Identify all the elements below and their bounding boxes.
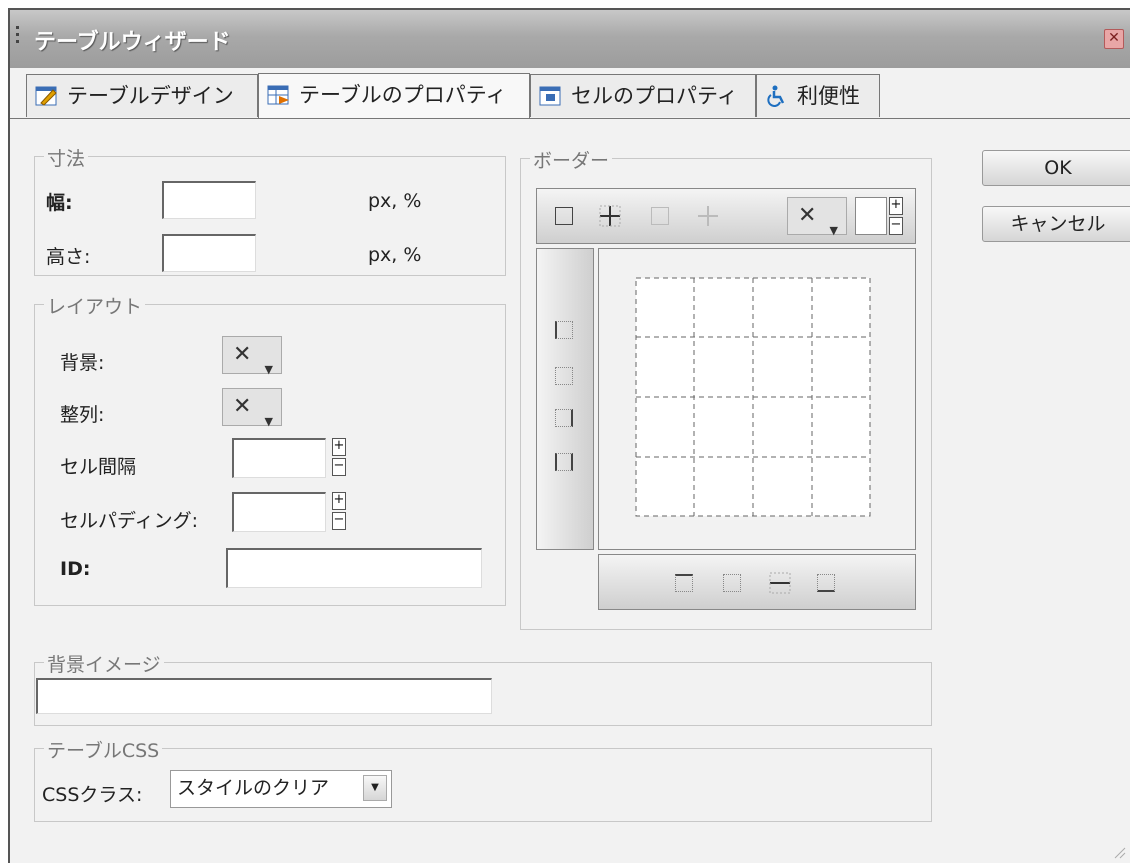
border-left-right-icon[interactable] [555,453,573,471]
accessibility-icon [767,85,785,107]
border-bottom-icon[interactable] [817,574,835,592]
plus-icon[interactable]: + [332,438,346,456]
tab-table-properties[interactable]: テーブルのプロパティ [258,73,530,118]
table-wizard-dialog: テーブルウィザード ✕ テーブルデザイン テーブルのプロパティ セルのプロパティ… [8,8,1130,863]
id-label: ID: [60,558,91,580]
layout-legend: レイアウト [44,292,146,319]
border-right-icon[interactable] [555,409,573,427]
table-css-group [34,748,932,822]
border-vertical-center-icon[interactable] [555,367,573,385]
border-none-icon[interactable] [697,205,719,227]
tab-label: 利便性 [797,84,860,108]
title-bar[interactable]: テーブルウィザード ✕ [10,10,1130,69]
border-legend: ボーダー [530,146,613,173]
plus-icon[interactable]: + [889,197,903,215]
table-properties-icon [267,85,289,105]
dropdown-value: ✕ [233,394,252,419]
dropdown-value: ✕ [233,342,252,367]
tab-label: テーブルデザイン [67,84,234,108]
border-color-dropdown[interactable]: ✕ ▼ [787,197,847,237]
border-outer-icon[interactable] [651,207,669,225]
minus-icon[interactable]: − [332,512,346,530]
pencil-table-icon [35,86,57,106]
align-dropdown[interactable]: ✕ ▼ [222,388,282,428]
minus-icon[interactable]: − [889,217,903,235]
border-side-toolbar [536,248,594,550]
border-inner-icon[interactable] [599,205,621,227]
width-input[interactable] [162,181,256,219]
border-top-icon[interactable] [675,574,693,592]
cell-spacing-input[interactable] [232,438,326,478]
chevron-down-icon: ▼ [829,224,838,237]
border-width-stepper[interactable]: + − [889,197,903,235]
cell-properties-icon [539,86,561,106]
cell-padding-stepper[interactable]: + − [332,492,346,530]
tab-label: テーブルのプロパティ [299,83,507,107]
border-preview [598,248,916,550]
border-preview-grid [635,277,871,517]
background-color-dropdown[interactable]: ✕ ▼ [222,336,282,376]
border-all-icon[interactable] [555,207,573,225]
css-class-select[interactable]: スタイルのクリア ▼ [170,770,392,808]
css-class-value: スタイルのクリア [177,777,330,799]
cell-padding-input[interactable] [232,492,326,532]
cancel-button[interactable]: キャンセル [982,206,1130,242]
table-css-legend: テーブルCSS [44,736,163,763]
width-unit: px, % [368,190,422,212]
ok-button[interactable]: OK [982,150,1130,186]
tab-accessibility[interactable]: 利便性 [756,74,880,117]
dialog-title: テーブルウィザード [34,30,231,55]
chevron-down-icon: ▼ [264,363,273,376]
border-bottom-toolbar [598,554,916,610]
background-image-input[interactable] [36,678,492,714]
tab-label: セルのプロパティ [571,84,738,108]
tab-bar: テーブルデザイン テーブルのプロパティ セルのプロパティ 利便性 [10,68,1130,119]
cell-padding-label: セルパディング: [60,510,199,532]
dimensions-group [34,156,506,276]
plus-icon[interactable]: + [332,492,346,510]
border-horizontal-center-icon[interactable] [723,574,741,592]
border-left-icon[interactable] [555,321,573,339]
height-input[interactable] [162,234,256,272]
chevron-down-icon: ▼ [264,415,273,428]
tab-cell-properties[interactable]: セルのプロパティ [530,74,756,117]
border-top-toolbar: ✕ ▼ + − [536,188,916,244]
border-width-box[interactable] [855,197,887,235]
drag-grip-icon[interactable] [16,26,20,52]
align-label: 整列: [60,404,105,426]
cell-spacing-stepper[interactable]: + − [332,438,346,476]
close-icon[interactable]: ✕ [1104,29,1124,49]
minus-icon[interactable]: − [332,458,346,476]
chevron-down-icon: ▼ [363,775,387,801]
dropdown-value: ✕ [798,203,817,228]
css-class-label: CSSクラス: [42,784,143,806]
id-input[interactable] [226,548,482,588]
background-label: 背景: [60,352,105,374]
dimensions-legend: 寸法 [44,144,89,171]
resize-grip-icon[interactable] [1112,845,1126,859]
background-image-legend: 背景イメージ [44,650,164,677]
cell-spacing-label: セル間隔 [60,456,137,478]
width-label: 幅: [46,192,73,214]
tab-table-design[interactable]: テーブルデザイン [26,74,258,117]
height-label: 高さ: [46,246,91,268]
border-horizontal-icon[interactable] [769,572,791,594]
height-unit: px, % [368,244,422,266]
